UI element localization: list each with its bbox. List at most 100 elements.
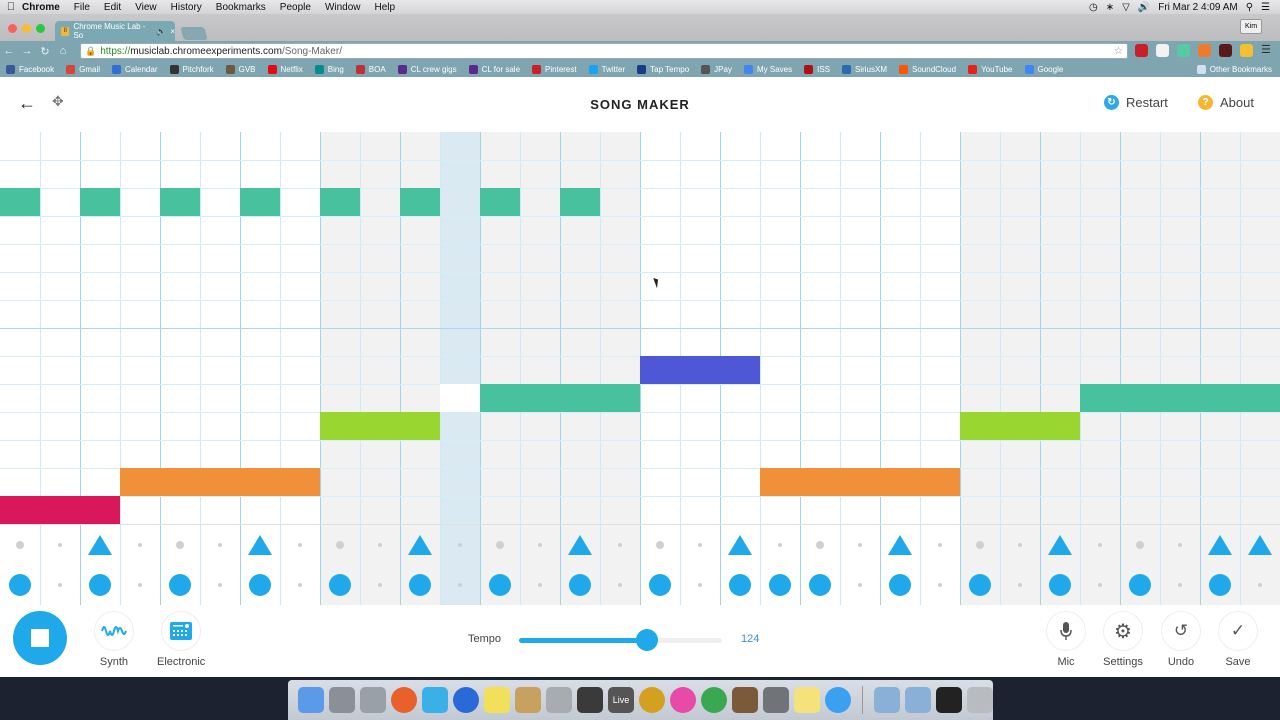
coffee-app-icon[interactable] [732, 687, 758, 713]
trash-icon[interactable] [967, 687, 993, 713]
menu-edit[interactable]: Edit [104, 2, 121, 13]
melody-note [0, 188, 40, 216]
bookmark-item[interactable]: SiriusXM [842, 64, 887, 74]
save-button[interactable]: ✓ Save [1218, 611, 1258, 668]
lock-icon[interactable]: 🔒 [85, 46, 96, 57]
menu-file[interactable]: File [74, 2, 90, 13]
instrument-button[interactable]: Synth [94, 611, 134, 668]
menu-app-name[interactable]: Chrome [22, 2, 60, 13]
system-preferences-icon[interactable] [763, 687, 789, 713]
clock[interactable]: Fri Mar 2 4:09 AM [1158, 2, 1237, 13]
profile-button[interactable]: Kim [1240, 19, 1262, 34]
applications-folder-icon[interactable] [905, 687, 931, 713]
bookmark-item[interactable]: Bing [314, 64, 344, 74]
percussion-button[interactable]: Electronic [157, 611, 205, 668]
bookmark-star-icon[interactable]: ☆ [1114, 46, 1123, 57]
contacts-icon[interactable] [515, 687, 541, 713]
close-tab-icon[interactable]: × [170, 27, 175, 36]
media-icon[interactable] [577, 687, 603, 713]
bookmark-item[interactable]: My Saves [743, 64, 792, 74]
home-icon[interactable]: ⌂ [54, 45, 72, 57]
teal-extension-icon[interactable] [1177, 44, 1190, 57]
reload-icon[interactable]: ↻ [36, 45, 54, 58]
new-tab-button[interactable] [180, 27, 208, 40]
calculator-icon[interactable] [546, 687, 572, 713]
orange-extension-icon[interactable] [1198, 44, 1211, 57]
menu-history[interactable]: History [171, 2, 202, 13]
launchpad-icon[interactable] [329, 687, 355, 713]
wifi-icon[interactable]: ▽ [1122, 2, 1130, 13]
app-w-icon[interactable] [422, 687, 448, 713]
melody-note [320, 188, 360, 216]
menu-view[interactable]: View [135, 2, 157, 13]
percussion-cell [120, 525, 160, 565]
documents-folder-icon[interactable] [874, 687, 900, 713]
spotlight-icon[interactable]: ⚲ [1246, 2, 1253, 13]
snare-triangle-hit [248, 535, 272, 555]
zoom-window-button[interactable] [36, 24, 45, 33]
menu-bookmarks[interactable]: Bookmarks [216, 2, 266, 13]
messages-icon[interactable] [825, 687, 851, 713]
finder-icon[interactable] [298, 687, 324, 713]
logic-icon[interactable] [360, 687, 386, 713]
bookmark-item[interactable]: CL crew gigs [397, 64, 457, 74]
bookmark-item[interactable]: YouTube [968, 64, 1013, 74]
tab-song-maker[interactable]: II Chrome Music Lab - So 🔈 × [55, 21, 175, 41]
audio-icon[interactable]: 🔈 [156, 27, 166, 36]
restart-button[interactable]: ↻ Restart [1104, 95, 1168, 110]
menu-people[interactable]: People [280, 2, 311, 13]
stop-button[interactable] [13, 611, 67, 665]
bookmark-item[interactable]: BOA [355, 64, 386, 74]
bookmark-item[interactable]: Pinterest [532, 64, 577, 74]
bookmark-item[interactable]: Facebook [6, 64, 54, 74]
bookmark-item[interactable]: CL for sale [468, 64, 520, 74]
bookmark-item[interactable]: JPay [701, 64, 732, 74]
bookmark-item[interactable]: ISS [804, 64, 830, 74]
undo-button[interactable]: ↺ Undo [1161, 611, 1201, 668]
notes-icon[interactable] [794, 687, 820, 713]
about-button[interactable]: ? About [1198, 95, 1254, 110]
minimize-window-button[interactable] [22, 24, 31, 33]
bluetooth-icon[interactable]: ∗ [1106, 2, 1114, 13]
address-bar[interactable]: 🔒 https:// musiclab.chromeexperiments.co… [80, 43, 1128, 59]
dark-extension-icon[interactable] [1219, 44, 1232, 57]
apple-icon[interactable]:  [0, 1, 22, 13]
bookmark-item[interactable]: Twitter [588, 64, 625, 74]
menu-window[interactable]: Window [325, 2, 361, 13]
bookmark-item[interactable]: Google [1024, 64, 1063, 74]
firefox-icon[interactable] [391, 687, 417, 713]
chrome-menu-icon[interactable]: ☰ [1261, 44, 1274, 57]
tempo-slider[interactable] [519, 629, 722, 651]
bookmark-item[interactable]: SoundCloud [899, 64, 956, 74]
menu-help[interactable]: Help [375, 2, 396, 13]
volume-icon[interactable]: 🔊 [1138, 2, 1150, 13]
quicktime-icon[interactable] [453, 687, 479, 713]
back-icon[interactable]: ← [0, 45, 18, 57]
bookmark-item[interactable]: Netflix [267, 64, 303, 74]
notification-center-icon[interactable]: ☰ [1261, 2, 1270, 13]
stickies-icon[interactable] [484, 687, 510, 713]
bookmark-item[interactable]: Pitchfork [169, 64, 214, 74]
chrome-icon[interactable] [701, 687, 727, 713]
close-window-button[interactable] [8, 24, 17, 33]
settings-button[interactable]: ⚙ Settings [1103, 611, 1143, 668]
bookmark-item[interactable]: Gmail [66, 64, 100, 74]
tempo-slider-handle[interactable] [635, 629, 658, 651]
percussion-grid[interactable] [0, 525, 1280, 605]
ableton-live-icon[interactable]: Live [608, 687, 634, 713]
forward-icon[interactable]: → [18, 45, 36, 57]
s-extension-icon[interactable] [1156, 44, 1169, 57]
mic-button[interactable]: Mic [1046, 611, 1086, 668]
melody-grid[interactable] [0, 132, 1280, 524]
time-machine-icon[interactable]: ◷ [1089, 2, 1098, 13]
bookmark-label: BOA [368, 64, 386, 74]
app-gold-icon[interactable] [639, 687, 665, 713]
star-extension-icon[interactable] [1240, 44, 1253, 57]
other-bookmarks[interactable]: Other Bookmarks [1196, 64, 1272, 74]
opera-extension-icon[interactable] [1135, 44, 1148, 57]
bookmark-item[interactable]: Calendar [112, 64, 158, 74]
music-folder-icon[interactable] [936, 687, 962, 713]
bookmark-item[interactable]: GVB [225, 64, 256, 74]
bookmark-item[interactable]: Tap Tempo [637, 64, 689, 74]
itunes-icon[interactable] [670, 687, 696, 713]
